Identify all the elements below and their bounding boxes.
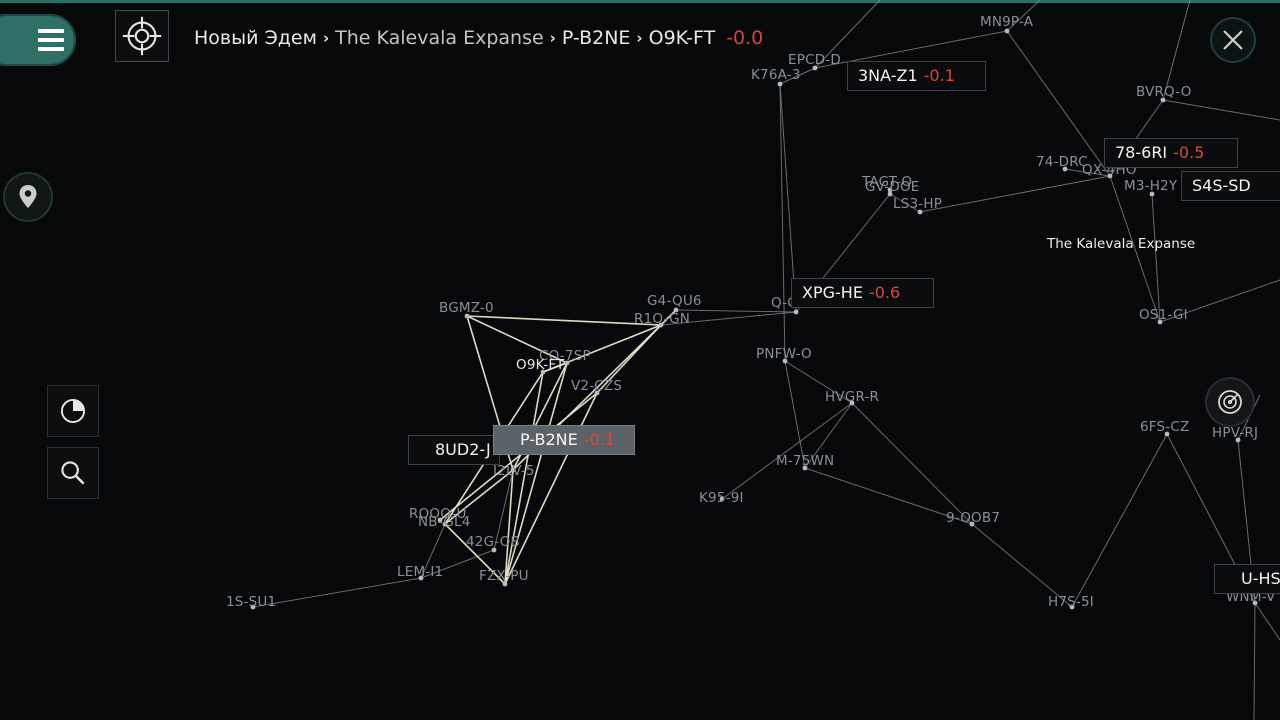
- system-tag-p-b2ne-selected[interactable]: P-B2NE -0.1: [493, 425, 635, 455]
- system-tag-security: -0.6: [868, 283, 901, 302]
- jump-connection: [721, 402, 853, 500]
- statistics-button[interactable]: [47, 385, 99, 437]
- system-tag-8ud2-j[interactable]: 8UD2-J: [408, 435, 500, 465]
- breadcrumb-constellation[interactable]: P-B2NE: [562, 27, 631, 49]
- radar-icon: [1218, 390, 1242, 414]
- chevron-right-icon: ›: [636, 29, 643, 47]
- hamburger-menu-icon: [38, 29, 64, 51]
- system-label[interactable]: 6FS-CZ: [1140, 419, 1189, 435]
- pie-chart-icon: [60, 398, 86, 424]
- system-tag-security: -0.5: [1173, 143, 1205, 162]
- jump-connection: [784, 360, 806, 469]
- system-tag-xpg-he[interactable]: XPG-HE -0.6: [791, 278, 934, 308]
- location-pin-icon: [19, 185, 37, 208]
- system-label[interactable]: I2LV-5: [493, 463, 535, 479]
- system-label[interactable]: V2-CZS: [571, 378, 622, 394]
- system-tag-u-hs[interactable]: U-HS: [1214, 564, 1280, 594]
- system-label[interactable]: 9-OOB7: [946, 510, 1000, 526]
- breadcrumb-region[interactable]: The Kalevala Expanse: [335, 27, 544, 49]
- menu-button[interactable]: [0, 14, 76, 66]
- system-label[interactable]: 42G-OB: [466, 534, 520, 550]
- system-label[interactable]: O9K-FT: [516, 357, 565, 373]
- system-label[interactable]: HPV-RJ: [1212, 425, 1258, 441]
- system-label[interactable]: M-75WN: [776, 453, 834, 469]
- system-tag-s4s-sd[interactable]: S4S-SD: [1181, 171, 1280, 201]
- star-map-canvas[interactable]: MN9P-AEPCD-DK76A-3BVRQ-O74-DRCQX-4HOM3-H…: [0, 0, 1280, 720]
- system-label[interactable]: 1S-SU1: [226, 594, 276, 610]
- system-label[interactable]: GV-DOE: [865, 179, 920, 195]
- jump-connection: [919, 175, 1111, 213]
- system-tag-name: S4S-SD: [1192, 176, 1251, 195]
- system-label[interactable]: M3-H2Y: [1124, 178, 1178, 194]
- system-label[interactable]: NB-GL4: [418, 514, 471, 530]
- system-label[interactable]: OS1-GI: [1139, 307, 1188, 323]
- breadcrumb-universe[interactable]: Новый Эдем: [194, 27, 317, 49]
- jump-connection: [1253, 602, 1256, 720]
- system-label[interactable]: K76A-3: [751, 67, 801, 83]
- jump-connection: [466, 315, 662, 326]
- close-icon: [1223, 30, 1243, 50]
- target-button[interactable]: [115, 10, 169, 62]
- chevron-right-icon: ›: [322, 29, 330, 47]
- system-tag-name: XPG-HE: [802, 283, 863, 302]
- system-label[interactable]: H7S-5I: [1048, 594, 1094, 610]
- star-map[interactable]: MN9P-A EPCD-D K76A-3 BVRQ-O 74-DRC QX-4HO M3-H…: [0, 0, 1280, 720]
- system-label[interactable]: FZX-PU: [479, 568, 529, 584]
- search-icon: [61, 461, 85, 485]
- system-tag-name: 8UD2-J: [435, 440, 491, 459]
- search-button[interactable]: [47, 447, 99, 499]
- jump-connection: [1162, 99, 1280, 121]
- system-label[interactable]: K95-9I: [699, 490, 744, 506]
- system-tag-name: 3NA-Z1: [858, 66, 918, 85]
- breadcrumb: Новый Эдем › The Kalevala Expanse › P-B2…: [194, 24, 763, 52]
- system-label[interactable]: G4-QU6: [647, 293, 702, 309]
- breadcrumb-system[interactable]: O9K-FT: [649, 27, 716, 49]
- jump-connection: [851, 402, 973, 525]
- chevron-right-icon: ›: [549, 29, 556, 47]
- system-label[interactable]: PNFW-O: [756, 346, 812, 362]
- system-tag-name: U-HS: [1241, 569, 1280, 588]
- location-button[interactable]: [5, 174, 51, 220]
- close-button[interactable]: [1212, 19, 1254, 61]
- system-label[interactable]: R1O-GN: [634, 311, 690, 327]
- system-label[interactable]: BVRQ-O: [1136, 84, 1192, 100]
- crosshair-target-icon: [122, 16, 162, 56]
- region-label: The Kalevala Expanse: [1046, 236, 1195, 252]
- jump-connection: [252, 577, 422, 608]
- radar-button[interactable]: [1207, 379, 1253, 425]
- system-label[interactable]: MN9P-A: [980, 14, 1034, 30]
- system-label[interactable]: EPCD-D: [788, 52, 841, 68]
- jump-connection: [1071, 433, 1168, 608]
- system-label[interactable]: 74-DRC: [1036, 154, 1088, 170]
- system-tag-name: P-B2NE: [520, 430, 578, 449]
- system-label[interactable]: HVGR-R: [825, 389, 879, 405]
- system-label[interactable]: BGMZ-0: [439, 300, 494, 316]
- system-tag-security: -0.1: [923, 66, 955, 85]
- system-labels: MN9P-AEPCD-DK76A-3BVRQ-O74-DRCQX-4HOM3-H…: [226, 14, 1276, 610]
- system-label[interactable]: LEM-I1: [397, 564, 443, 580]
- breadcrumb-security-status: -0.0: [726, 27, 764, 49]
- system-tag-3na-z1[interactable]: 3NA-Z1 -0.1: [847, 61, 986, 91]
- system-label[interactable]: LS3-HP: [893, 196, 942, 212]
- system-nodes: [250, 28, 1258, 610]
- system-tag-78-6ri[interactable]: 78-6RI -0.5: [1104, 138, 1238, 168]
- system-tag-name: 78-6RI: [1115, 143, 1168, 162]
- system-tag-security: -0.1: [583, 430, 615, 449]
- jump-connection: [1254, 602, 1280, 641]
